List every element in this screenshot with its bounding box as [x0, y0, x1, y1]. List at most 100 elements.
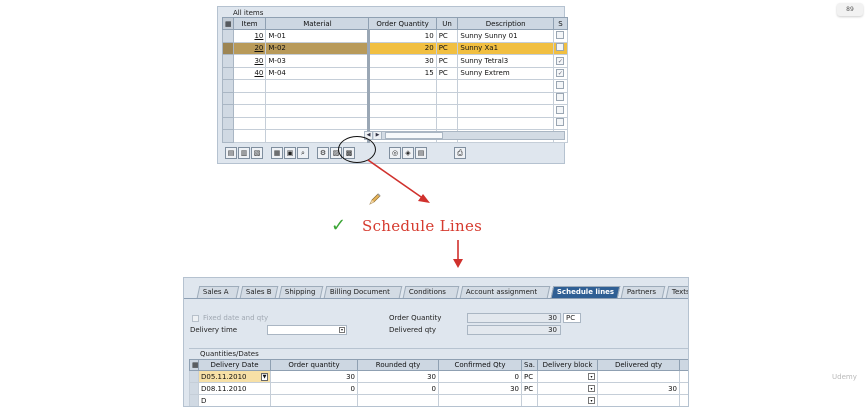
rounded-qty-cell[interactable]: [357, 394, 439, 406]
item-number[interactable]: 40: [232, 66, 267, 80]
row-selector[interactable]: [189, 394, 199, 406]
table-row[interactable]: 10 M-01 10 PC Sunny Sunny 01: [222, 29, 569, 43]
tab-shipping[interactable]: Shipping: [278, 286, 324, 298]
row-selector[interactable]: [222, 41, 234, 55]
status-checkbox[interactable]: [556, 118, 565, 127]
item-conditions-icon[interactable]: ◈: [402, 147, 414, 159]
item-number[interactable]: 30: [232, 54, 267, 68]
delete-row-icon[interactable]: ▧: [251, 147, 263, 159]
select-all-schedule-icon[interactable]: ▦: [189, 359, 199, 371]
row-selector[interactable]: [222, 66, 234, 80]
description-cell[interactable]: Sunny Tetral3: [457, 54, 554, 68]
order-quantity-cell[interactable]: [270, 394, 358, 406]
description-cell[interactable]: Sunny Xa1: [457, 41, 554, 55]
status-checkbox[interactable]: [556, 105, 565, 114]
delivery-block-cell[interactable]: ▾: [537, 370, 598, 383]
print-icon[interactable]: ⎙: [454, 147, 466, 159]
delivery-date-cell[interactable]: D: [198, 394, 271, 406]
delivery-block-cell[interactable]: ▾: [537, 394, 598, 406]
schedule-line-row[interactable]: ▼ D05.11.2010 30 30 0 PC ▾: [189, 370, 688, 383]
status-checkbox[interactable]: [556, 80, 565, 89]
status-checkbox[interactable]: [556, 43, 565, 52]
order-quantity-cell[interactable]: 30: [367, 54, 437, 68]
value-help-icon[interactable]: ▾: [588, 373, 595, 380]
tab-partners[interactable]: Partners: [620, 286, 666, 298]
item-number[interactable]: 20: [232, 41, 267, 55]
unit-cell[interactable]: PC: [435, 54, 459, 68]
table-row[interactable]: 30 M-03 30 PC Sunny Tetral3 ✓: [222, 54, 569, 68]
value-help-icon[interactable]: ▾: [588, 385, 595, 392]
col-header-status[interactable]: S: [552, 17, 569, 30]
col-header-material[interactable]: Material: [265, 17, 370, 30]
delivery-time-input[interactable]: ▾: [267, 325, 347, 335]
scroll-right-icon[interactable]: ▶: [374, 132, 382, 139]
delivery-block-cell[interactable]: ▾: [537, 382, 598, 395]
col-header-description[interactable]: Description: [457, 17, 554, 30]
material-cell[interactable]: M-02: [265, 41, 370, 55]
status-checkbox[interactable]: [556, 93, 565, 102]
value-help-icon[interactable]: ▾: [588, 397, 595, 404]
description-cell[interactable]: Sunny Sunny 01: [457, 29, 554, 43]
col-header-sales-unit[interactable]: Sa.: [521, 359, 538, 371]
availability-icon[interactable]: ◎: [389, 147, 401, 159]
scroll-thumb[interactable]: [385, 132, 443, 139]
col-header-item[interactable]: Item: [232, 17, 267, 30]
unit-cell[interactable]: PC: [435, 41, 459, 55]
tab-texts[interactable]: Texts: [665, 286, 688, 298]
select-all-icon[interactable]: ▦: [222, 17, 234, 30]
status-checkbox[interactable]: [556, 30, 565, 39]
horizontal-scrollbar[interactable]: ◀ ▶: [364, 131, 565, 140]
row-selector[interactable]: [222, 54, 234, 68]
tab-billing-document[interactable]: Billing Document: [323, 286, 403, 298]
sales-unit-cell[interactable]: PC: [521, 370, 538, 383]
material-cell[interactable]: M-04: [265, 66, 370, 80]
deselect-all-icon[interactable]: ▣: [284, 147, 296, 159]
unit-cell[interactable]: PC: [435, 29, 459, 43]
item-texts-icon[interactable]: ▤: [415, 147, 427, 159]
delivered-qty-cell[interactable]: [597, 370, 680, 383]
order-quantity-cell[interactable]: 20: [367, 41, 437, 55]
details-icon[interactable]: ▤: [225, 147, 237, 159]
col-header-confirmed-qty[interactable]: Confirmed Qty: [438, 359, 522, 371]
tab-sales-b[interactable]: Sales B: [239, 286, 279, 298]
status-checkbox[interactable]: ✓: [556, 69, 565, 78]
material-cell[interactable]: M-03: [265, 54, 370, 68]
value-help-icon[interactable]: ▾: [339, 327, 345, 333]
col-header-unit[interactable]: Un: [435, 17, 459, 30]
col-header-delivery-block[interactable]: Delivery block: [537, 359, 598, 371]
configure-icon[interactable]: ⚙: [317, 147, 329, 159]
col-header-rounded-qty[interactable]: Rounded qty: [357, 359, 439, 371]
tab-account-assignment[interactable]: Account assignment: [459, 286, 551, 298]
schedule-line-row[interactable]: D ▾: [189, 394, 688, 406]
schedule-line-row[interactable]: D08.11.2010 0 0 30 PC ▾ 30: [189, 382, 688, 395]
table-row[interactable]: 20 M-02 20 PC Sunny Xa1: [222, 41, 569, 55]
empty-table-row[interactable]: [222, 79, 569, 93]
empty-table-row[interactable]: [222, 104, 569, 118]
date-picker-icon[interactable]: ▼: [261, 372, 268, 381]
order-quantity-cell[interactable]: 15: [367, 66, 437, 80]
select-all-rows-icon[interactable]: ▦: [271, 147, 283, 159]
tab-schedule-lines[interactable]: Schedule lines: [550, 286, 621, 298]
delivery-date-cell[interactable]: D08.11.2010: [198, 382, 271, 395]
confirmed-qty-cell[interactable]: 0: [438, 370, 522, 383]
empty-table-row[interactable]: [222, 91, 569, 105]
description-cell[interactable]: Sunny Extrem: [457, 66, 554, 80]
row-selector[interactable]: [222, 29, 234, 43]
col-header-order-quantity[interactable]: Order quantity: [270, 359, 358, 371]
insert-row-icon[interactable]: ▥: [238, 147, 250, 159]
order-quantity-cell[interactable]: 30: [270, 370, 358, 383]
col-header-delivered-qty[interactable]: Delivered qty: [597, 359, 680, 371]
sales-unit-cell[interactable]: [521, 394, 538, 406]
col-header-delivery-date[interactable]: Delivery Date: [198, 359, 271, 371]
item-number[interactable]: 10: [232, 29, 267, 43]
tab-conditions[interactable]: Conditions: [402, 286, 460, 298]
col-header-order-quantity[interactable]: Order Quantity: [368, 17, 437, 30]
unit-cell[interactable]: PC: [435, 66, 459, 80]
status-checkbox[interactable]: ✓: [556, 56, 565, 65]
fixed-date-checkbox[interactable]: [192, 315, 199, 322]
delivery-date-cell[interactable]: ▼ D05.11.2010: [198, 370, 271, 383]
rounded-qty-cell[interactable]: 30: [357, 370, 439, 383]
table-row[interactable]: 40 M-04 15 PC Sunny Extrem ✓: [222, 66, 569, 80]
tab-sales-a[interactable]: Sales A: [196, 286, 240, 298]
row-selector[interactable]: [189, 370, 199, 383]
